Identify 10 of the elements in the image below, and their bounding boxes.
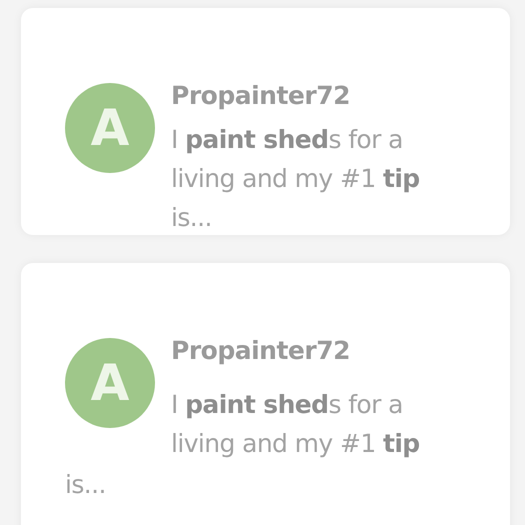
post-text-line: living and my #1 tip — [171, 163, 420, 195]
username: Propainter72 — [171, 80, 350, 112]
avatar: A — [65, 83, 155, 173]
post-text-line: living and my #1 tip — [171, 428, 420, 460]
post-text-line: I paint sheds for a — [171, 124, 403, 156]
avatar: A — [65, 338, 155, 428]
post-text-line: is... — [171, 202, 212, 234]
post-text-line: is... — [65, 469, 107, 501]
post-text-line: I paint sheds for a — [171, 389, 403, 421]
username: Propainter72 — [171, 335, 350, 367]
